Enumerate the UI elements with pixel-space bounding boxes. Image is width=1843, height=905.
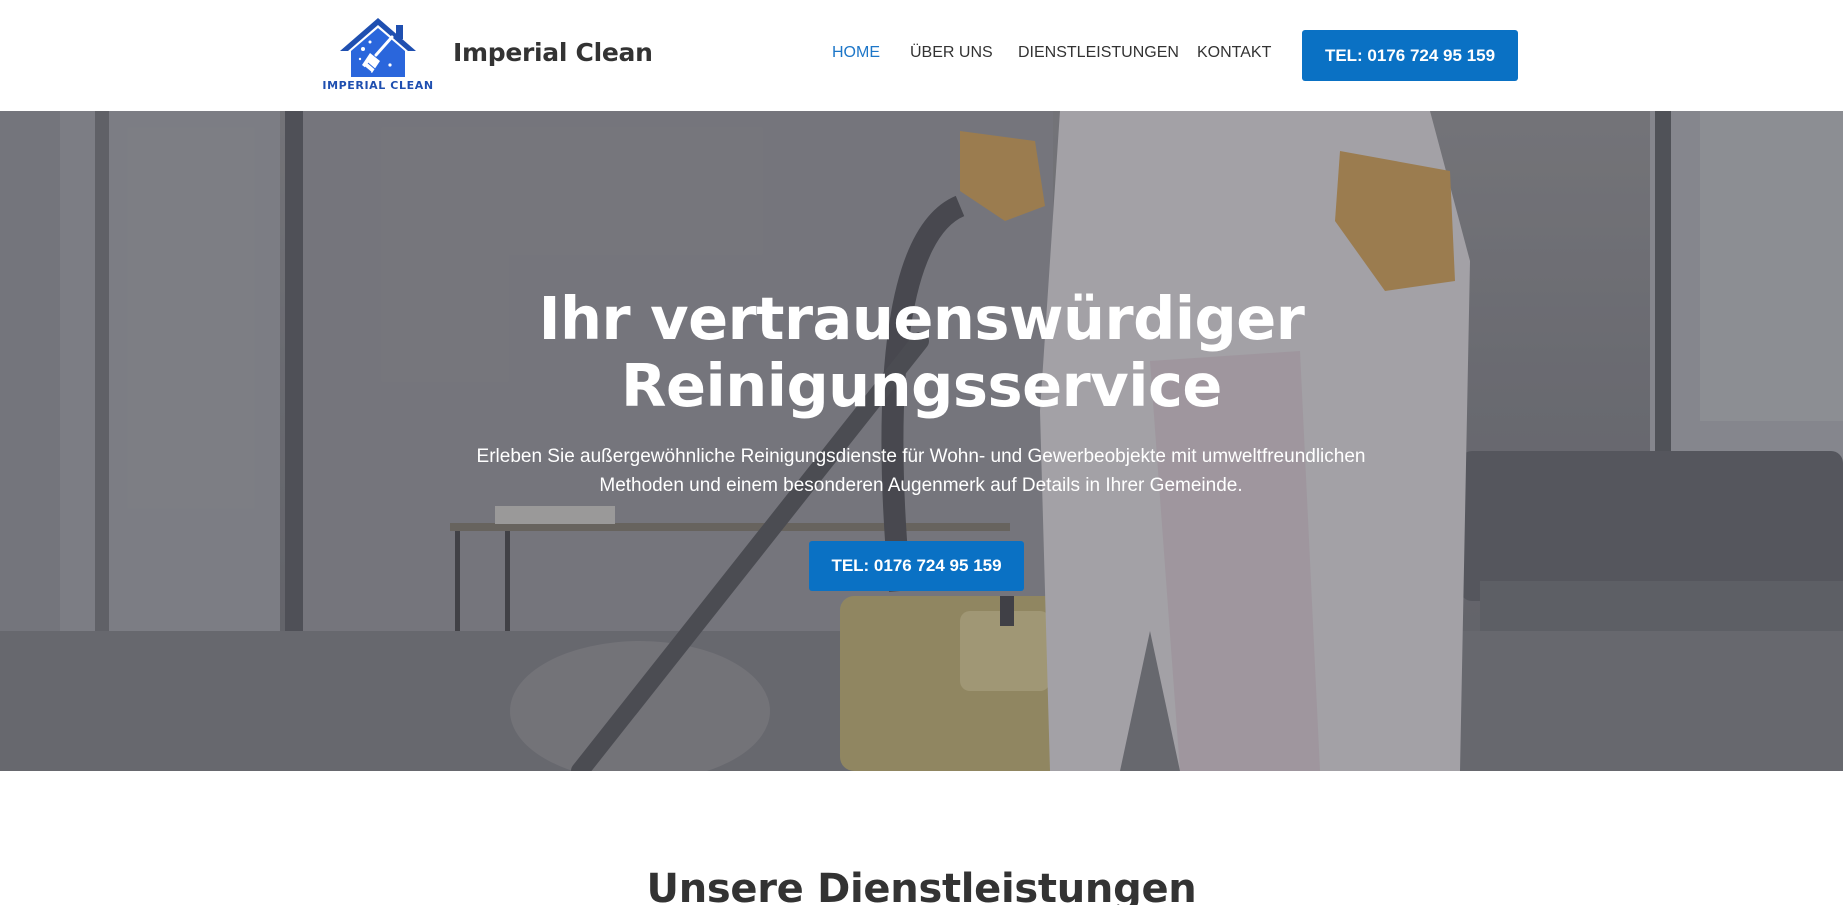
nav-item-dienstleistungen[interactable]: DIENSTLEISTUNGEN: [1018, 44, 1179, 62]
site-header: IMPERIAL CLEAN Imperial Clean HOME ÜBER …: [0, 0, 1843, 111]
hero-subtitle-line-1: Erleben Sie außergewöhnliche Reinigungsd…: [476, 446, 1366, 467]
hero-subtitle: Erleben Sie außergewöhnliche Reinigungsd…: [461, 442, 1381, 500]
header-phone-button[interactable]: TEL: 0176 724 95 159: [1302, 30, 1518, 81]
main-nav: HOME ÜBER UNS DIENSTLEISTUNGEN KONTAKT: [0, 44, 1843, 66]
hero-title-line-1: Ihr vertrauenswürdiger: [538, 284, 1305, 353]
nav-item-ueber-uns[interactable]: ÜBER UNS: [910, 44, 993, 62]
hero-title-line-2: Reinigungsservice: [621, 351, 1222, 420]
hero-title: Ihr vertrauenswürdiger Reinigungsservice: [0, 285, 1843, 419]
nav-item-kontakt[interactable]: KONTAKT: [1197, 44, 1271, 62]
hero-subtitle-line-2: Methoden und einem besonderen Augenmerk …: [599, 475, 1243, 496]
hero-section: Ihr vertrauenswürdiger Reinigungsservice…: [0, 111, 1843, 771]
hero-phone-button[interactable]: TEL: 0176 724 95 159: [809, 541, 1024, 591]
nav-item-home[interactable]: HOME: [832, 44, 880, 62]
services-section-title: Unsere Dienstleistungen: [646, 866, 1197, 905]
hero-overlay: [0, 111, 1843, 771]
logo-text: IMPERIAL CLEAN: [322, 79, 434, 92]
